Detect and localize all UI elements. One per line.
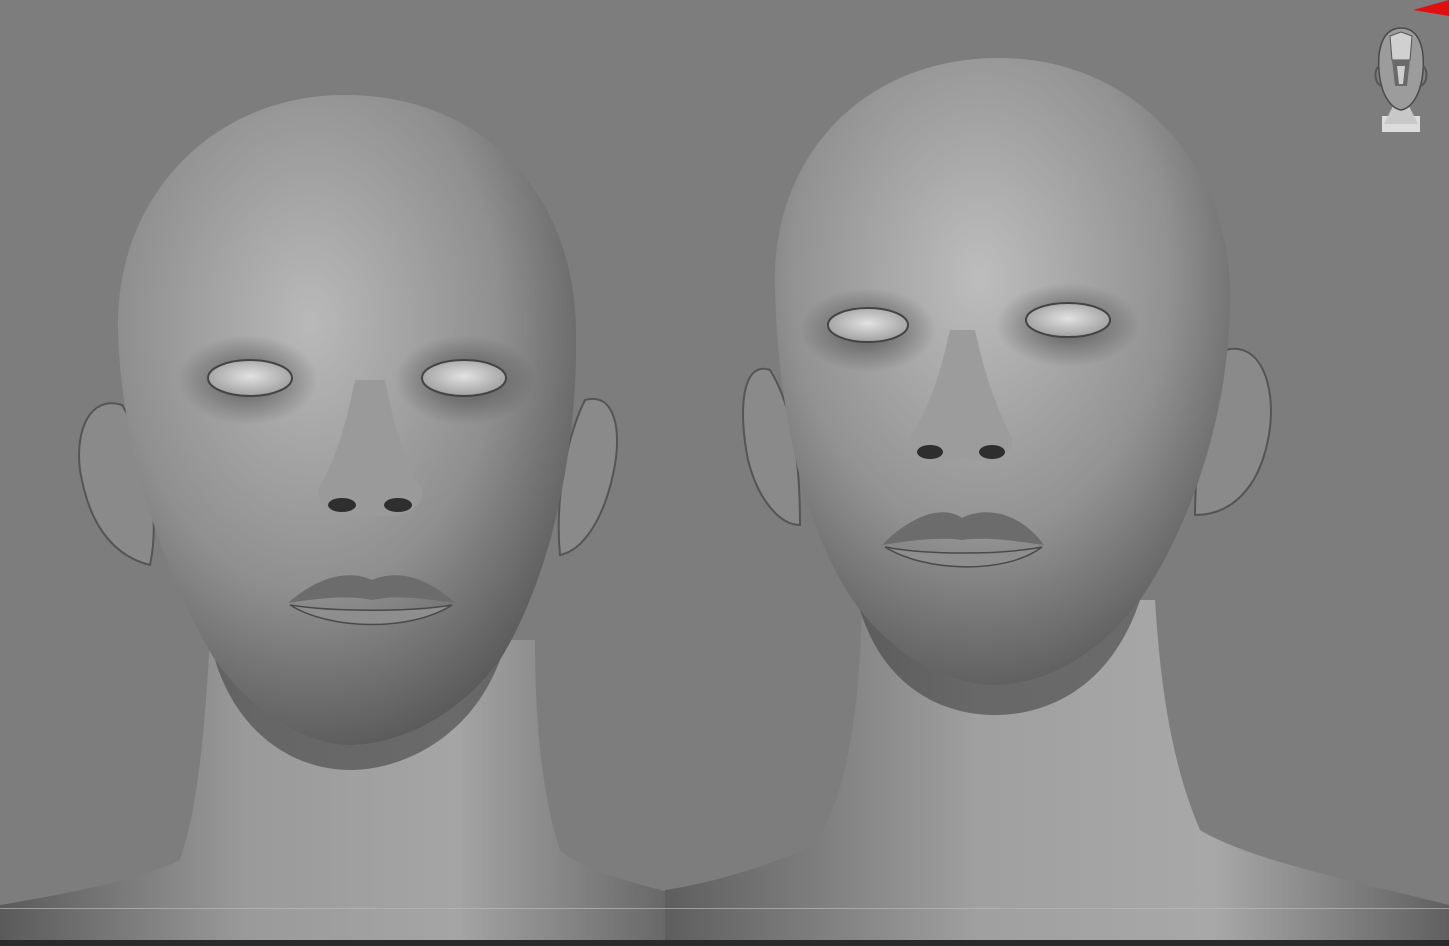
sculpt-viewport[interactable] <box>0 0 1449 946</box>
red-pin-indicator-icon <box>1413 0 1449 16</box>
head-sculpt-three-quarter[interactable] <box>665 57 1449 946</box>
bottom-status-strip <box>0 940 1449 946</box>
canvas-scene[interactable] <box>0 0 1449 946</box>
ground-line <box>0 908 1449 909</box>
head-sculpt-front[interactable] <box>0 95 700 946</box>
head-navigation-cube-icon[interactable] <box>1372 26 1430 132</box>
